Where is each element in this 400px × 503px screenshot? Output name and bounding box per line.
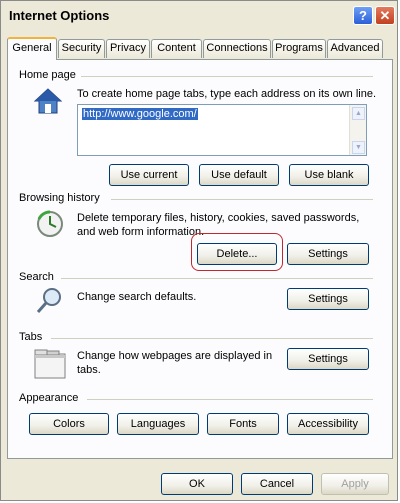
- browsing-history-description-1: Delete temporary files, history, cookies…: [77, 212, 360, 224]
- tabbed-window-icon: [34, 349, 66, 382]
- tabs-description-1: Change how webpages are displayed in: [77, 350, 273, 362]
- tabs-settings-button[interactable]: Settings: [287, 348, 369, 370]
- home-page-label: Home page: [19, 69, 76, 81]
- window-title: Internet Options: [9, 8, 110, 23]
- delete-history-button[interactable]: Delete...: [197, 243, 277, 265]
- scroll-down-icon[interactable]: ▼: [352, 141, 365, 154]
- tabs-label: Tabs: [19, 331, 43, 343]
- help-button[interactable]: ?: [353, 6, 373, 25]
- tab-privacy[interactable]: Privacy: [106, 39, 150, 58]
- home-page-url-field[interactable]: http://www.google.com/ ▲ ▼: [77, 104, 367, 156]
- close-button[interactable]: ✕: [375, 6, 395, 25]
- tab-security[interactable]: Security: [58, 39, 105, 58]
- colors-button[interactable]: Colors: [29, 413, 109, 435]
- separator: [111, 199, 373, 200]
- fonts-button[interactable]: Fonts: [207, 413, 279, 435]
- use-default-button[interactable]: Use default: [199, 164, 279, 186]
- tab-connections[interactable]: Connections: [203, 39, 271, 58]
- tab-programs[interactable]: Programs: [272, 39, 326, 58]
- browsing-history-description-2: and web form information.: [77, 226, 205, 238]
- apply-button[interactable]: Apply: [321, 473, 389, 495]
- separator: [81, 76, 373, 77]
- appearance-label: Appearance: [19, 392, 79, 404]
- accessibility-button[interactable]: Accessibility: [287, 413, 369, 435]
- scroll-up-icon[interactable]: ▲: [352, 107, 365, 120]
- separator: [61, 278, 373, 279]
- browsing-history-label: Browsing history: [19, 192, 100, 204]
- search-settings-button[interactable]: Settings: [287, 288, 369, 310]
- use-blank-button[interactable]: Use blank: [289, 164, 369, 186]
- house-icon: [33, 87, 63, 118]
- search-label: Search: [19, 271, 54, 283]
- home-page-description: To create home page tabs, type each addr…: [77, 88, 377, 100]
- tab-general[interactable]: General: [7, 37, 57, 60]
- tabs-description-2: tabs.: [77, 364, 101, 376]
- search-description: Change search defaults.: [77, 291, 197, 303]
- home-page-url-value: http://www.google.com/: [82, 108, 198, 120]
- separator: [87, 399, 373, 400]
- url-field-scrollbar[interactable]: ▲ ▼: [349, 105, 366, 155]
- cancel-button[interactable]: Cancel: [241, 473, 313, 495]
- languages-button[interactable]: Languages: [117, 413, 199, 435]
- title-bar[interactable]: Internet Options ? ✕: [1, 1, 397, 31]
- use-current-button[interactable]: Use current: [109, 164, 189, 186]
- internet-options-dialog: Internet Options ? ✕ General Security Pr…: [0, 0, 398, 501]
- magnifier-icon: [35, 286, 65, 319]
- tab-strip: General Security Privacy Content Connect…: [7, 37, 395, 60]
- history-settings-button[interactable]: Settings: [287, 243, 369, 265]
- history-clock-icon: [35, 209, 65, 242]
- tab-advanced[interactable]: Advanced: [327, 39, 383, 58]
- ok-button[interactable]: OK: [161, 473, 233, 495]
- separator: [51, 338, 373, 339]
- tab-content[interactable]: Content: [151, 39, 202, 58]
